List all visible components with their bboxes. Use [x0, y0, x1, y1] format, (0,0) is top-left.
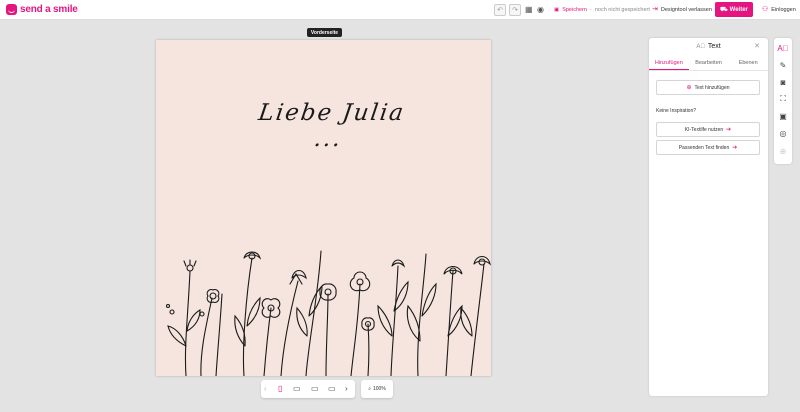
find-text-label: Passenden Text finden	[678, 144, 730, 151]
close-icon[interactable]: ✕	[754, 42, 760, 50]
undo-icon: ↶	[497, 7, 503, 14]
smile-logo-icon	[6, 4, 17, 15]
ai-text-help-button[interactable]: KI-Textilfe nutzen ➔	[656, 122, 760, 137]
arrow-right-icon: ➔	[726, 127, 732, 133]
zoom-control[interactable]: ⌕ 100%	[361, 380, 393, 398]
camera-icon[interactable]: ◙	[774, 75, 792, 89]
save-status: noch nicht gespeichert	[594, 7, 650, 13]
view-toolbar: ‹ ▯ ▭ ▭ ▭ ›	[261, 380, 355, 398]
panel-title: A⃒ Text	[649, 43, 768, 50]
basket-icon: ⛟	[720, 6, 728, 13]
login-label: Einloggen	[771, 7, 796, 13]
save-label: Speichern	[562, 7, 587, 13]
plus-circle-icon: ⊕	[686, 85, 692, 91]
leave-designtool-button[interactable]: ⇥ Designtool verlassen	[652, 4, 712, 16]
flower-illustration[interactable]	[156, 236, 491, 376]
zoom-value: 100%	[373, 386, 386, 392]
arrow-right-icon: ➔	[732, 145, 738, 151]
next-label: Weiter	[729, 6, 748, 13]
shapes-icon[interactable]: ⛶	[774, 92, 792, 106]
page-front-icon[interactable]: ▯	[278, 384, 282, 394]
zoom-icon: ⌕	[368, 386, 371, 392]
page-spread-icon[interactable]: ▭	[293, 384, 301, 394]
text-panel: A⃒ Text ✕ Hinzufügen Bearbeiten Ebenen ⊕…	[649, 38, 768, 396]
top-bar: send a smile ↶ ↷ ▦ ◉ ▣ Speichern · noch …	[0, 0, 800, 20]
pen-icon[interactable]: ✎	[774, 58, 792, 72]
chevron-right-icon[interactable]: ›	[345, 384, 348, 394]
redo-button[interactable]: ↷	[509, 4, 521, 16]
grid-icon[interactable]: ▦	[525, 4, 533, 16]
leave-label: Designtool verlassen	[660, 7, 712, 13]
chevron-left-icon[interactable]: ‹	[264, 384, 267, 394]
undo-button[interactable]: ↶	[494, 4, 506, 16]
page-back-icon[interactable]: ▭	[328, 384, 336, 394]
tab-edit[interactable]: Bearbeiten	[689, 58, 729, 70]
save-button[interactable]: ▣ Speichern · noch nicht gespeichert	[554, 4, 650, 16]
sticker-icon[interactable]: ◎	[774, 126, 792, 140]
inspiration-heading: Keine Inspiration?	[656, 108, 697, 114]
tab-layers[interactable]: Ebenen	[728, 58, 768, 70]
exit-icon: ⇥	[652, 6, 658, 13]
image-icon[interactable]: ▣	[774, 109, 792, 123]
page-inner-icon[interactable]: ▭	[311, 384, 319, 394]
login-button[interactable]: ⚇ Einloggen	[762, 4, 796, 16]
add-text-button[interactable]: ⊕ Text hinzufügen	[656, 80, 760, 95]
add-text-label: Text hinzufügen	[694, 84, 730, 91]
text-icon: A⃒	[696, 43, 705, 50]
tab-add[interactable]: Hinzufügen	[649, 58, 689, 70]
text-tool-icon[interactable]: A⃒	[774, 41, 792, 55]
greeting-text[interactable]: Liebe Julia ...	[236, 100, 423, 152]
side-label: Vorderseite	[307, 28, 342, 37]
tool-rail: A⃒ ✎ ◙ ⛶ ▣ ◎ ⊕	[774, 38, 792, 164]
eye-icon[interactable]: ◉	[537, 4, 544, 16]
logo-text: send a smile	[20, 4, 78, 15]
panel-title-text: Text	[707, 43, 721, 50]
plus-icon[interactable]: ⊕	[774, 144, 792, 158]
next-button[interactable]: ⛟ Weiter	[715, 2, 753, 17]
panel-tabs: Hinzufügen Bearbeiten Ebenen	[649, 58, 768, 71]
ai-help-label: KI-Textilfe nutzen	[684, 126, 724, 133]
find-text-button[interactable]: Passenden Text finden ➔	[656, 140, 760, 155]
redo-icon: ↷	[512, 7, 518, 14]
logo[interactable]: send a smile	[6, 4, 78, 15]
user-icon: ⚇	[762, 6, 769, 13]
save-icon: ▣	[554, 7, 560, 13]
